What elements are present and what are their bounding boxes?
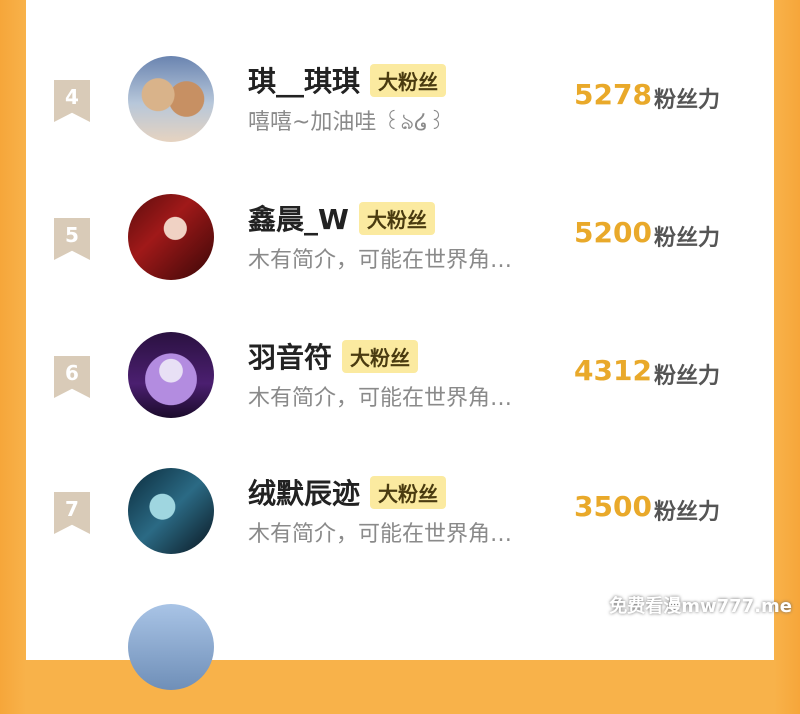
fan-power-count: 3500 bbox=[574, 490, 652, 523]
fan-power-count: 5278 bbox=[574, 78, 652, 111]
list-item[interactable]: 4 琪__琪琪 大粉丝 嘻嘻~加油哇 ꒰ঌ໒꒱ 5278 粉丝力 bbox=[26, 56, 774, 166]
watermark-text: 免费看漫mw777.me bbox=[609, 596, 792, 617]
avatar[interactable] bbox=[128, 332, 214, 418]
fan-power-label: 粉丝力 bbox=[654, 500, 721, 525]
fan-badge: 大粉丝 bbox=[370, 63, 447, 97]
fan-ranking-card: 4 琪__琪琪 大粉丝 嘻嘻~加油哇 ꒰ঌ໒꒱ 5278 粉丝力 5 鑫晨_W … bbox=[26, 0, 774, 690]
fan-badge: 大粉丝 bbox=[370, 475, 447, 509]
list-item[interactable]: 6 羽音符 大粉丝 木有简介，可能在世界角… 4312 粉丝力 bbox=[26, 332, 774, 442]
user-name-row: 琪__琪琪 大粉丝 bbox=[248, 60, 447, 100]
fan-badge: 大粉丝 bbox=[358, 201, 435, 235]
fan-power-count: 5200 bbox=[574, 216, 652, 249]
avatar[interactable] bbox=[128, 56, 214, 142]
user-name[interactable]: 羽音符 bbox=[248, 336, 332, 376]
user-bio: 木有简介，可能在世界角… bbox=[248, 386, 513, 411]
user-bio: 嘻嘻~加油哇 ꒰ঌ໒꒱ bbox=[248, 110, 446, 135]
rank-badge: 6 bbox=[54, 356, 90, 398]
user-bio: 木有简介，可能在世界角… bbox=[248, 248, 513, 273]
user-name[interactable]: 鑫晨_W bbox=[248, 198, 349, 238]
list-item[interactable] bbox=[26, 604, 774, 714]
rank-badge: 4 bbox=[54, 80, 90, 122]
fan-power-label: 粉丝力 bbox=[654, 88, 721, 113]
user-name-row: 羽音符 大粉丝 bbox=[248, 336, 419, 376]
avatar[interactable] bbox=[128, 604, 214, 690]
user-name-row: 绒默辰迹 大粉丝 bbox=[248, 472, 447, 512]
rank-badge: 5 bbox=[54, 218, 90, 260]
rank-badge: 7 bbox=[54, 492, 90, 534]
list-item[interactable]: 7 绒默辰迹 大粉丝 木有简介，可能在世界角… 3500 粉丝力 bbox=[26, 468, 774, 578]
fan-power-count: 4312 bbox=[574, 354, 652, 387]
avatar[interactable] bbox=[128, 194, 214, 280]
user-name[interactable]: 琪__琪琪 bbox=[248, 60, 360, 100]
list-item[interactable]: 5 鑫晨_W 大粉丝 木有简介，可能在世界角… 5200 粉丝力 bbox=[26, 194, 774, 304]
fan-badge: 大粉丝 bbox=[342, 339, 419, 373]
fan-power-label: 粉丝力 bbox=[654, 364, 721, 389]
avatar[interactable] bbox=[128, 468, 214, 554]
user-name[interactable]: 绒默辰迹 bbox=[248, 472, 360, 512]
user-name-row: 鑫晨_W 大粉丝 bbox=[248, 198, 435, 238]
fan-power-label: 粉丝力 bbox=[654, 226, 721, 251]
user-bio: 木有简介，可能在世界角… bbox=[248, 522, 513, 547]
